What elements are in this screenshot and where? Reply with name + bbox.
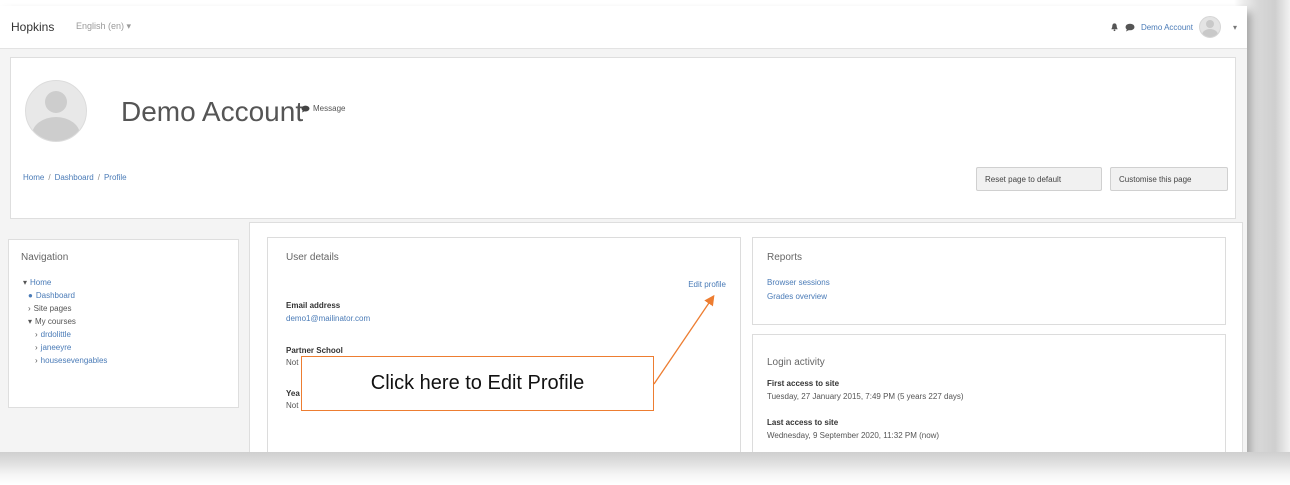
navigation-title: Navigation	[21, 252, 69, 263]
partner-school-value: Not	[286, 358, 299, 367]
navigation-block: Navigation ▾ Home ● Dashboard › Site pag…	[8, 239, 239, 408]
nav-item-course[interactable]: › houseseven­gables	[23, 354, 107, 367]
chevron-right-icon: ›	[35, 343, 38, 352]
message-link[interactable]: Message	[301, 104, 345, 113]
email-label: Email address	[286, 301, 341, 310]
breadcrumb-profile[interactable]: Profile	[104, 173, 127, 182]
chevron-down-icon: ▾	[23, 278, 28, 287]
partner-school-label: Partner School	[286, 346, 343, 355]
bell-icon[interactable]	[1110, 22, 1119, 32]
chevron-down-icon[interactable]: ▾	[1233, 23, 1237, 32]
message-icon	[301, 105, 310, 113]
user-details-title: User details	[286, 252, 339, 263]
grades-overview-link[interactable]: Grades overview	[767, 292, 827, 301]
edit-profile-link[interactable]: Edit profile	[688, 280, 726, 289]
nav-item-label: My courses	[35, 317, 76, 326]
chevron-down-icon: ▾	[28, 317, 33, 326]
page-shadow	[0, 452, 1290, 485]
email-value[interactable]: demo1@mailinator.com	[286, 314, 370, 323]
login-activity-card: Login activity First access to site Tues…	[752, 334, 1226, 454]
nav-item-course[interactable]: › janeeyre	[23, 341, 107, 354]
top-navbar: Hopkins English (en) ▾ Demo Account ▾	[0, 6, 1247, 49]
language-menu[interactable]: English (en) ▾	[76, 21, 131, 32]
user-details-card: User details Edit profile Email address …	[267, 237, 741, 454]
message-icon[interactable]	[1125, 23, 1135, 32]
chevron-right-icon: ›	[35, 330, 38, 339]
reset-page-button[interactable]: Reset page to default	[976, 167, 1102, 191]
chevron-right-icon: ›	[28, 304, 31, 313]
breadcrumb-dashboard[interactable]: Dashboard	[55, 173, 94, 182]
site-brand[interactable]: Hopkins	[11, 20, 54, 34]
dashboard-icon: ●	[28, 291, 33, 300]
login-activity-title: Login activity	[767, 357, 825, 368]
nav-item-course[interactable]: › drdolittle	[23, 328, 107, 341]
nav-item-home[interactable]: ▾ Home	[23, 276, 107, 289]
nav-item-my-courses[interactable]: ▾ My courses	[23, 315, 107, 328]
nav-item-label: janeeyre	[40, 343, 72, 352]
reports-title: Reports	[767, 252, 803, 263]
breadcrumb-home[interactable]: Home	[23, 173, 44, 182]
user-menu-name[interactable]: Demo Account	[1141, 23, 1193, 32]
last-access-value: Wednesday, 9 September 2020, 11:32 PM (n…	[767, 431, 940, 440]
nav-item-label: Site pages	[33, 304, 72, 313]
breadcrumb: Home / Dashboard / Profile	[23, 173, 127, 182]
message-label: Message	[313, 104, 346, 113]
callout-box: Click here to Edit Profile	[301, 356, 654, 411]
page-header: Demo Account Message Home / Dashboard / Prof…	[10, 57, 1236, 219]
last-access-label: Last access to site	[767, 418, 839, 427]
main-region: User details Edit profile Email address …	[249, 222, 1243, 454]
year-label: Yea	[286, 389, 300, 398]
nav-item-label: houseseven­gables	[40, 356, 108, 365]
nav-item-label: drdolittle	[40, 330, 71, 339]
nav-item-site-pages[interactable]: › Site pages	[23, 302, 107, 315]
nav-item-label: Home	[30, 278, 52, 287]
customise-page-button[interactable]: Customise this page	[1110, 167, 1228, 191]
first-access-label: First access to site	[767, 379, 840, 388]
nav-item-label: Dashboard	[35, 291, 75, 300]
nav-item-dashboard[interactable]: ● Dashboard	[23, 289, 107, 302]
first-access-value: Tuesday, 27 January 2015, 7:49 PM (5 yea…	[767, 392, 964, 401]
navigation-tree: ▾ Home ● Dashboard › Site pages ▾ My cou…	[23, 276, 107, 367]
reports-card: Reports Browser sessions Grades overview	[752, 237, 1226, 325]
user-avatar[interactable]	[1198, 16, 1221, 38]
user-nav: Demo Account ▾	[1110, 16, 1237, 38]
browser-sessions-link[interactable]: Browser sessions	[767, 278, 830, 287]
profile-avatar	[25, 80, 87, 142]
chevron-right-icon: ›	[35, 356, 38, 365]
year-value: Not	[286, 401, 299, 410]
screenshot-canvas: Hopkins English (en) ▾ Demo Account ▾ De…	[0, 0, 1290, 485]
page-title: Demo Account	[121, 96, 304, 127]
